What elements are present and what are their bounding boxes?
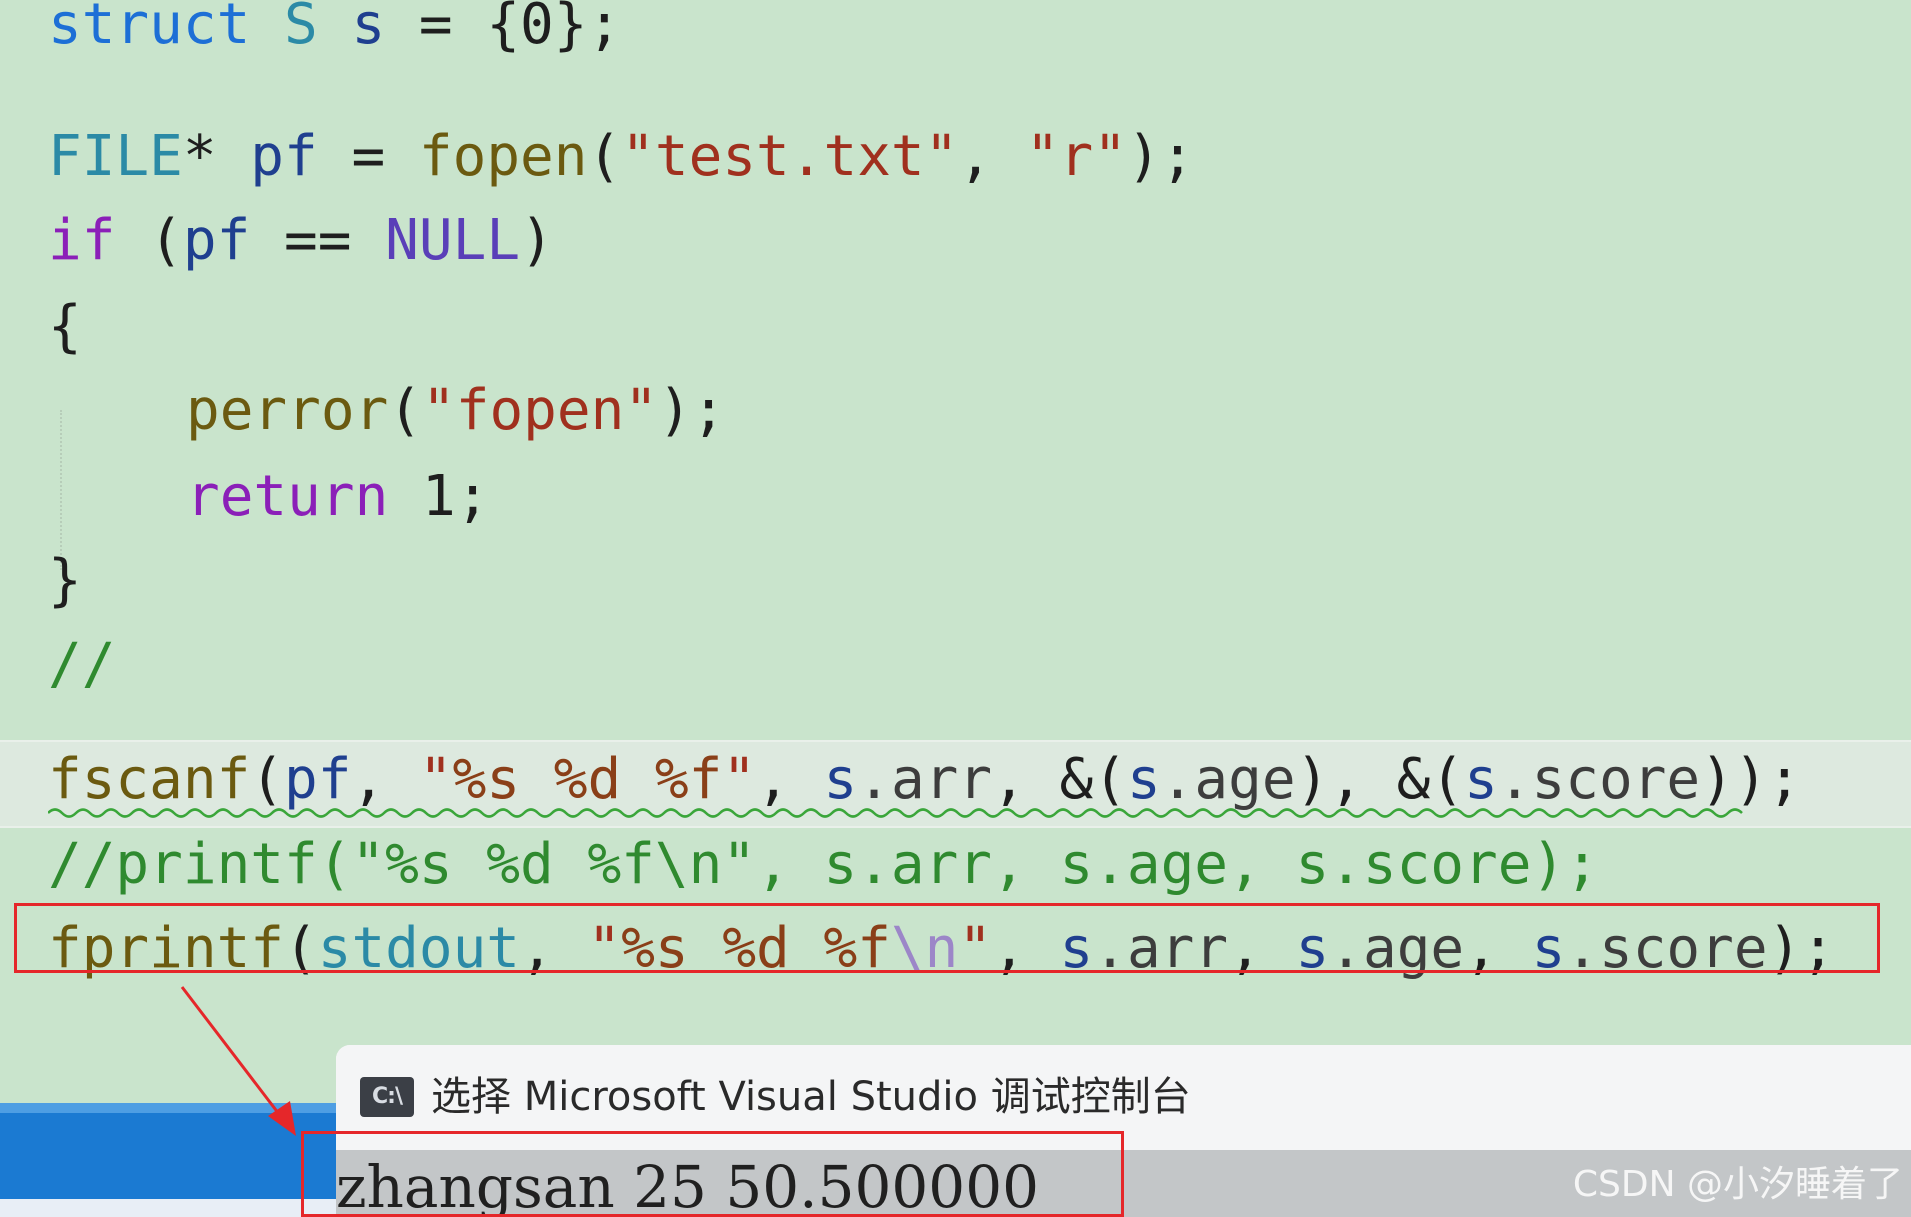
format-specifier: %s <box>452 747 521 812</box>
variable-name: s <box>1464 747 1498 812</box>
console-title: 选择 Microsoft Visual Studio 调试控制台 <box>431 1074 1191 1120</box>
string-literal <box>520 747 554 812</box>
code-line-9[interactable]: // <box>48 630 115 700</box>
code-line-6[interactable]: perror("fopen"); <box>186 376 725 446</box>
code-text: ( <box>388 378 423 443</box>
keyword-struct: struct <box>48 0 251 57</box>
keyword-return: return <box>186 464 389 529</box>
code-text: ); <box>1126 124 1195 189</box>
keyword-if: if <box>48 208 116 273</box>
format-specifier: %d <box>553 747 622 812</box>
code-text: )); <box>1700 747 1802 812</box>
format-specifier: %f <box>654 747 723 812</box>
member-name: .age <box>1160 747 1296 812</box>
variable-name: s <box>1126 747 1161 812</box>
string-literal: "test.txt" <box>621 124 959 189</box>
fprintf-highlight-box <box>14 903 1880 973</box>
code-editor[interactable]: struct S s = {0}; FILE* pf = fopen("test… <box>0 0 1911 1217</box>
variable-name: pf <box>250 124 318 189</box>
code-line-8[interactable]: } <box>48 546 82 616</box>
code-line-10[interactable]: fscanf(pf, "%s %d %f", s.arr, &(s.age), … <box>48 745 1801 815</box>
code-text: == <box>250 208 386 273</box>
code-text: ); <box>658 378 726 443</box>
csdn-watermark: CSDN @小汐睡着了 <box>1572 1164 1903 1205</box>
variable-name: pf <box>284 747 352 812</box>
code-text: , <box>958 124 1026 189</box>
error-squiggle <box>48 808 1743 818</box>
code-text: = {0}; <box>385 0 622 57</box>
string-literal: " <box>418 747 453 812</box>
string-literal: " <box>722 747 757 812</box>
strip-bottom-edge <box>0 1199 336 1217</box>
variable-name: s <box>823 747 858 812</box>
code-line-4[interactable]: if (pf == NULL) <box>48 206 554 276</box>
code-text: , <box>756 747 824 812</box>
code-line-7[interactable]: return 1; <box>186 462 489 532</box>
strip-top-edge <box>0 1103 336 1113</box>
function-name: fscanf <box>48 747 251 812</box>
background-window-strip <box>0 1103 336 1217</box>
output-highlight-box <box>301 1131 1124 1217</box>
code-text: ( <box>115 208 183 273</box>
variable-name: s <box>351 0 386 57</box>
function-name: perror <box>186 378 389 443</box>
function-name: fopen <box>418 124 588 189</box>
console-app-icon: C:\ <box>360 1077 414 1117</box>
code-text: ), &( <box>1295 747 1465 812</box>
code-text: , &( <box>992 747 1127 812</box>
variable-name: pf <box>182 208 251 273</box>
member-name: .score <box>1497 747 1701 812</box>
code-text: ( <box>250 747 285 812</box>
string-literal <box>621 747 655 812</box>
type-name: S <box>284 0 318 57</box>
member-name: .arr <box>857 747 993 812</box>
code-text: * <box>182 124 251 189</box>
code-line-3[interactable]: FILE* pf = fopen("test.txt", "r"); <box>48 122 1194 192</box>
code-line-5[interactable]: { <box>48 292 82 362</box>
code-text: ) <box>520 208 554 273</box>
code-text: = <box>317 124 419 189</box>
code-line-11[interactable]: //printf("%s %d %f\n", s.arr, s.age, s.s… <box>48 830 1599 900</box>
string-literal: "r" <box>1025 124 1127 189</box>
code-text: ( <box>587 124 622 189</box>
string-literal: "fopen" <box>422 378 659 443</box>
macro-null: NULL <box>385 208 521 273</box>
code-line-1[interactable]: struct S s = {0}; <box>48 0 621 60</box>
code-text: , <box>351 747 419 812</box>
code-text: 1; <box>388 464 490 529</box>
type-name: FILE <box>48 124 183 189</box>
